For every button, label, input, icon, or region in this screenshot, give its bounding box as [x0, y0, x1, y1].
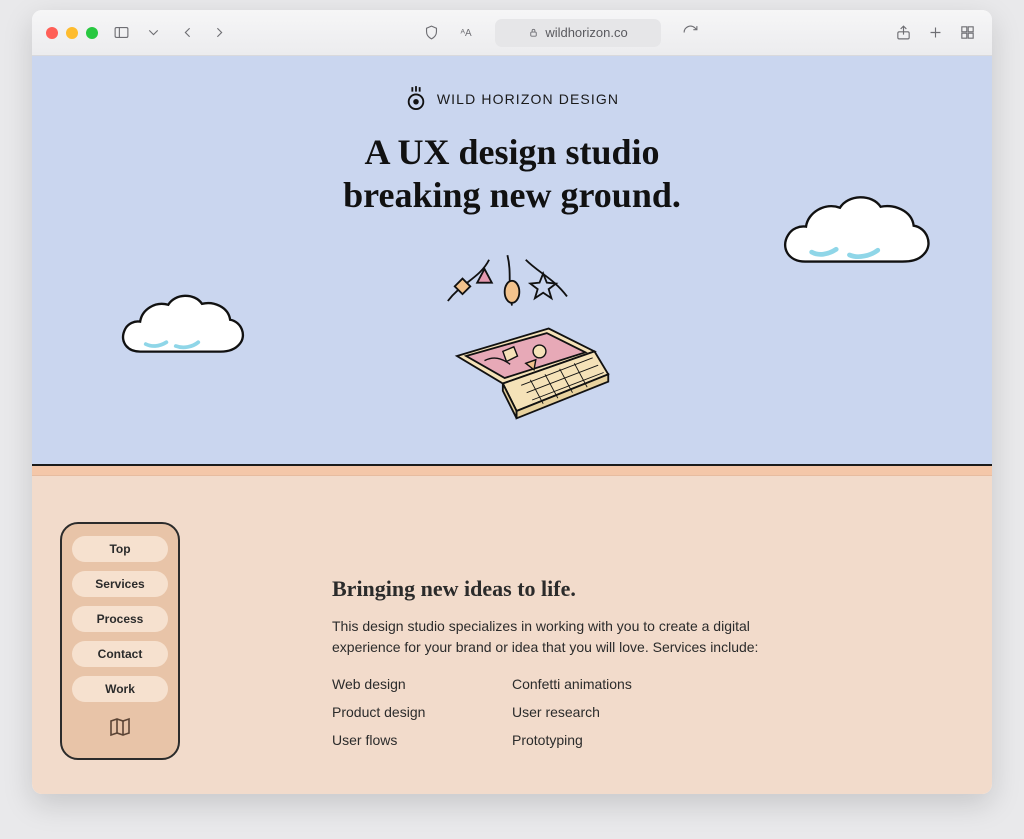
map-icon[interactable]	[108, 715, 132, 744]
share-button[interactable]	[892, 22, 914, 44]
cloud-illustration-left	[112, 286, 262, 380]
nav-link-process[interactable]: Process	[72, 606, 168, 632]
address-bar[interactable]: wildhorizon.co	[495, 19, 662, 47]
website-settings-button[interactable]: ᴬA	[455, 22, 477, 44]
services-list: Web design Confetti animations Product d…	[332, 676, 852, 748]
lock-icon	[528, 27, 539, 38]
service-item: User research	[512, 704, 712, 720]
cloud-illustration-right	[772, 186, 942, 290]
nav-label: Process	[97, 612, 144, 626]
tab-overview-button[interactable]	[956, 22, 978, 44]
service-item: Web design	[332, 676, 512, 692]
sidebar-toggle-button[interactable]	[110, 22, 132, 44]
nav-label: Top	[109, 542, 130, 556]
headline-line-1: A UX design studio	[364, 132, 659, 172]
new-tab-button[interactable]	[924, 22, 946, 44]
laptop-illustration	[402, 246, 622, 439]
nav-label: Services	[95, 577, 144, 591]
tab-group-chevron-icon[interactable]	[142, 22, 164, 44]
page-side-nav: Top Services Process Contact Work	[60, 522, 180, 760]
privacy-report-button[interactable]	[421, 22, 443, 44]
decorative-stripe	[32, 466, 992, 476]
service-item: User flows	[332, 732, 512, 748]
services-heading: Bringing new ideas to life.	[332, 576, 852, 602]
nav-link-top[interactable]: Top	[72, 536, 168, 562]
minimize-window-button[interactable]	[66, 27, 78, 39]
browser-window: ᴬA wildhorizon.co	[32, 10, 992, 794]
forward-button[interactable]	[208, 22, 230, 44]
browser-toolbar: ᴬA wildhorizon.co	[32, 10, 992, 56]
window-controls	[46, 27, 98, 39]
nav-label: Contact	[98, 647, 143, 661]
service-item: Product design	[332, 704, 512, 720]
site-brand[interactable]: WILD HORIZON DESIGN	[405, 86, 619, 112]
services-intro: This design studio specializes in workin…	[332, 616, 762, 658]
services-copy: Bringing new ideas to life. This design …	[332, 576, 852, 748]
url-text: wildhorizon.co	[545, 25, 627, 40]
back-button[interactable]	[176, 22, 198, 44]
close-window-button[interactable]	[46, 27, 58, 39]
nav-link-work[interactable]: Work	[72, 676, 168, 702]
headline-line-2: breaking new ground.	[343, 175, 681, 215]
hero-section: WILD HORIZON DESIGN A UX design studio b…	[32, 56, 992, 466]
nav-link-contact[interactable]: Contact	[72, 641, 168, 667]
nav-label: Work	[105, 682, 135, 696]
services-section: Top Services Process Contact Work Bringi…	[32, 466, 992, 794]
brand-name: WILD HORIZON DESIGN	[437, 91, 619, 107]
brand-logo-icon	[405, 86, 427, 112]
service-item: Confetti animations	[512, 676, 712, 692]
page-viewport: WILD HORIZON DESIGN A UX design studio b…	[32, 56, 992, 794]
nav-link-services[interactable]: Services	[72, 571, 168, 597]
service-item: Prototyping	[512, 732, 712, 748]
reload-button[interactable]	[679, 22, 701, 44]
zoom-window-button[interactable]	[86, 27, 98, 39]
svg-text:ᴬA: ᴬA	[460, 28, 472, 39]
